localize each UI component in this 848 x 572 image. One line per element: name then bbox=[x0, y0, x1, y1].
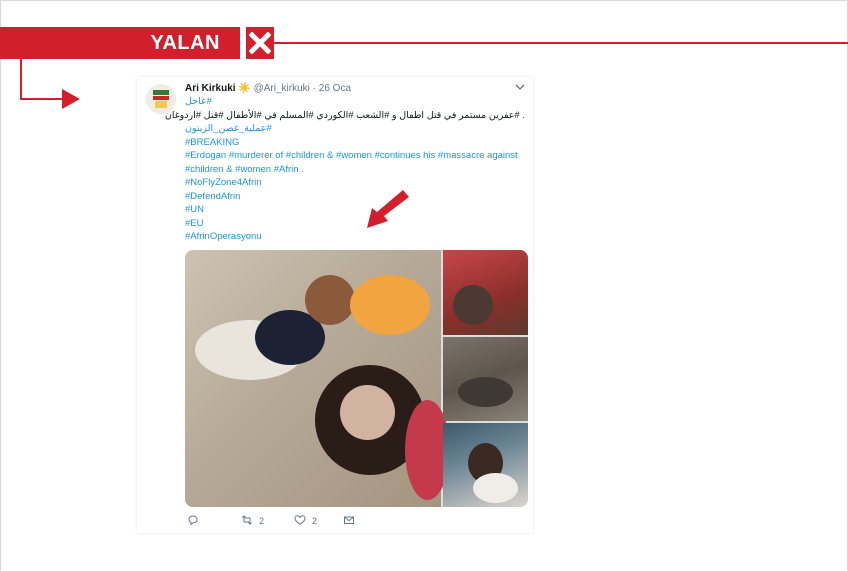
tweet-line: #عاجل bbox=[185, 96, 212, 107]
pointer-line-horizontal bbox=[20, 98, 66, 100]
tweet-line: #DefendAfrin bbox=[185, 190, 241, 202]
reply-button[interactable] bbox=[187, 514, 199, 528]
retweet-count: 2 bbox=[259, 516, 265, 526]
user-handle[interactable]: @Ari_kirkuki bbox=[254, 83, 310, 94]
tweet-header: Ari Kirkuki ☀️ @Ari_kirkuki · 26 Oca bbox=[185, 83, 351, 94]
tweet-line: #Erdogan #murderer of #children & #women… bbox=[185, 150, 518, 161]
annotation-arrow-icon bbox=[367, 190, 409, 228]
close-icon bbox=[246, 27, 274, 59]
verdict-label: YALAN bbox=[150, 31, 220, 54]
tweet-photo-2[interactable] bbox=[443, 250, 528, 335]
tweet-line: #عملية_غصن_الزيتون bbox=[185, 123, 272, 134]
separator-dot: · bbox=[312, 83, 316, 94]
heart-icon bbox=[294, 514, 306, 528]
tweet-line: #children & #women #Afrin . bbox=[185, 163, 304, 175]
reply-icon bbox=[187, 514, 199, 528]
tweet-line: #UN bbox=[185, 204, 205, 215]
tweet-photo-4[interactable] bbox=[443, 423, 528, 507]
tweet-media-grid bbox=[185, 250, 528, 507]
display-name[interactable]: Ari Kirkuki bbox=[185, 83, 236, 94]
pointer-line-vertical bbox=[20, 59, 22, 100]
tweet-actions: 2 2 bbox=[185, 514, 525, 528]
tweet-photo-main[interactable] bbox=[185, 250, 450, 507]
retweet-icon bbox=[241, 514, 253, 528]
message-button[interactable] bbox=[343, 514, 355, 528]
verdict-banner: YALAN bbox=[0, 27, 240, 59]
envelope-icon bbox=[343, 514, 355, 528]
retweet-button[interactable]: 2 bbox=[241, 514, 264, 528]
tweet-line: #AfrinOperasyonu bbox=[185, 231, 262, 242]
verdict-rule-line bbox=[274, 42, 848, 44]
tweet-photo-3[interactable] bbox=[443, 337, 528, 421]
pointer-arrow-icon bbox=[62, 89, 80, 109]
chevron-down-icon[interactable] bbox=[515, 82, 525, 95]
tweet-card: Ari Kirkuki ☀️ @Ari_kirkuki · 26 Oca #عا… bbox=[137, 77, 533, 533]
tweet-line: #EU bbox=[185, 217, 204, 229]
tweet-date[interactable]: 26 Oca bbox=[319, 83, 351, 94]
sun-icon: ☀️ bbox=[238, 83, 251, 94]
tweet-text: #عاجل . #عفرين مستمر في قتل اطفال و #الش… bbox=[164, 95, 525, 244]
like-count: 2 bbox=[312, 516, 318, 526]
tweet-line: #NoFlyZone4Afrin bbox=[185, 177, 262, 188]
tweet-line: . #عفرين مستمر في قتل اطفال و #الشعب #ال… bbox=[164, 109, 525, 121]
tweet-line: #BREAKING bbox=[185, 136, 240, 148]
like-button[interactable]: 2 bbox=[294, 514, 317, 528]
